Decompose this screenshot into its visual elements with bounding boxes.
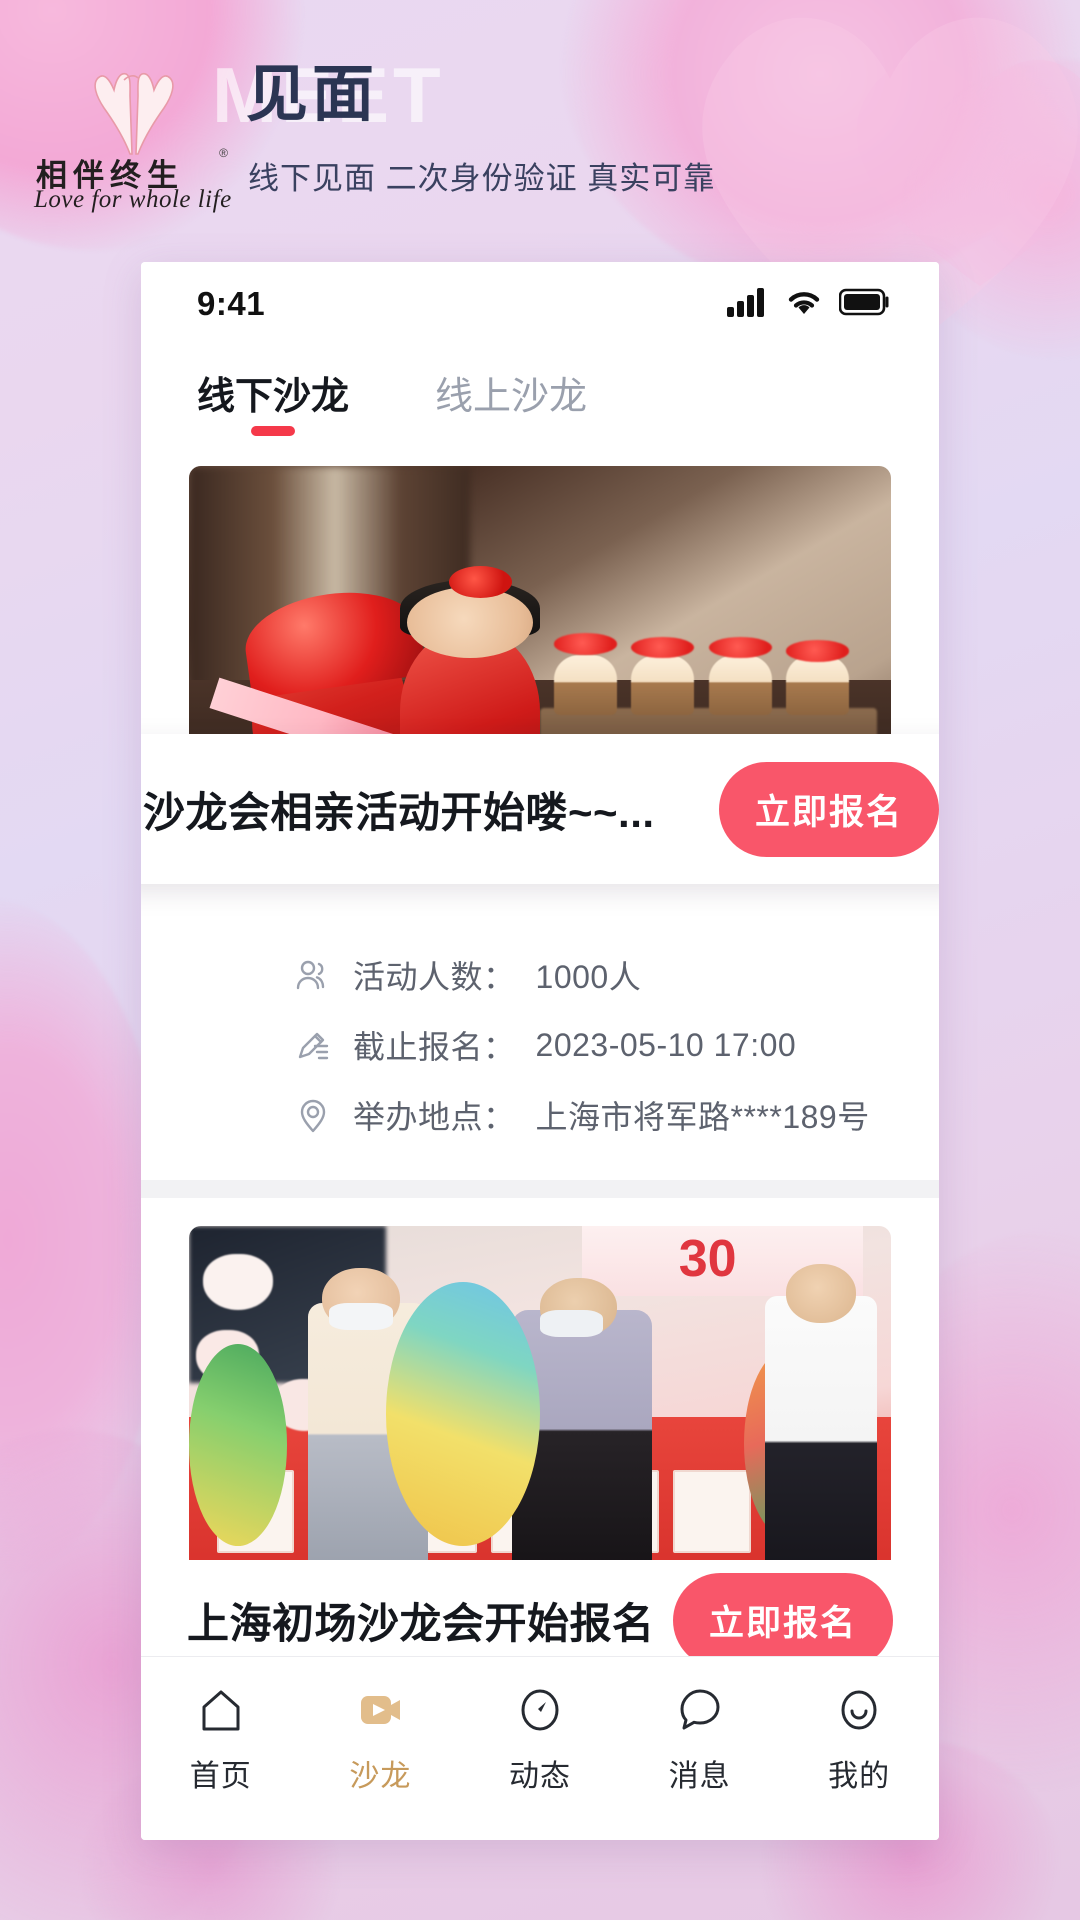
location-icon bbox=[293, 1095, 333, 1135]
page-title-block: MEET 见面 bbox=[212, 56, 441, 134]
meta-row-deadline: 截止报名： 2023-05-10 17:00 bbox=[141, 1010, 939, 1080]
salon-tabs: 线下沙龙 线上沙龙 bbox=[141, 346, 939, 438]
nav-item-home[interactable]: 首页 bbox=[141, 1683, 301, 1795]
page-subtitle: 线下见面 二次身份验证 真实可靠 bbox=[248, 161, 716, 196]
phone-mockup: 9:41 线下沙龙 线上沙龙 沙龙会相亲活动开始喽~~... 立即报名 活动人数… bbox=[141, 262, 939, 1840]
nav-label: 首页 bbox=[189, 1760, 252, 1793]
salon-title: 沙龙会相亲活动开始喽~~... bbox=[143, 788, 655, 836]
meta-row-location: 举办地点： 上海市将军路****189号 bbox=[141, 1080, 939, 1150]
praying-hands-icon bbox=[74, 62, 194, 163]
compass-icon bbox=[513, 1683, 567, 1737]
salon-photo: 30 bbox=[189, 1226, 891, 1574]
meta-value: 上海市将军路****189号 bbox=[535, 1099, 870, 1135]
tab-active-indicator bbox=[251, 426, 295, 436]
people-icon bbox=[293, 955, 333, 995]
page-title: 见面 bbox=[246, 60, 379, 129]
bottom-navigation: 首页 沙龙 动态 消息 我的 bbox=[141, 1656, 939, 1840]
list-divider bbox=[141, 1180, 939, 1198]
status-icons bbox=[727, 287, 891, 322]
brand-tagline-en: Love for whole life bbox=[34, 186, 232, 213]
meta-label: 截止报名： bbox=[353, 1029, 516, 1065]
wifi-icon bbox=[785, 287, 823, 322]
salon-title: 上海初场沙龙会开始报名 bbox=[187, 1599, 655, 1647]
nav-item-messages[interactable]: 消息 bbox=[620, 1683, 780, 1795]
meta-row-participants: 活动人数： 1000人 bbox=[141, 940, 939, 1010]
nav-label: 我的 bbox=[828, 1760, 891, 1793]
salon-card[interactable]: 30 上海初场沙龙会开始报名 立即报名 bbox=[141, 1198, 939, 1680]
page-header: 相伴终生 ® Love for whole life MEET 见面 线下见面 … bbox=[0, 0, 1080, 225]
salon-card-header: 沙龙会相亲活动开始喽~~... 立即报名 bbox=[141, 734, 939, 884]
nav-item-salon[interactable]: 沙龙 bbox=[301, 1683, 461, 1795]
meta-value: 1000人 bbox=[535, 959, 642, 995]
cellular-signal-icon bbox=[727, 287, 769, 322]
nav-label: 动态 bbox=[508, 1760, 571, 1793]
smiley-icon bbox=[832, 1683, 886, 1737]
tab-label: 线下沙龙 bbox=[197, 376, 350, 418]
tab-online-salon[interactable]: 线上沙龙 bbox=[435, 365, 587, 438]
status-time: 9:41 bbox=[197, 285, 266, 322]
brand-logo: 相伴终生 ® Love for whole life bbox=[30, 62, 231, 213]
chat-icon bbox=[673, 1683, 727, 1737]
tab-offline-salon[interactable]: 线下沙龙 bbox=[197, 365, 349, 438]
nav-item-moments[interactable]: 动态 bbox=[460, 1683, 620, 1795]
salon-list[interactable]: 沙龙会相亲活动开始喽~~... 立即报名 活动人数： 1000人 截止报名： 2… bbox=[141, 438, 939, 1840]
pen-icon bbox=[293, 1025, 333, 1065]
home-icon bbox=[194, 1683, 248, 1737]
nav-label: 消息 bbox=[668, 1760, 731, 1793]
meta-label: 活动人数： bbox=[353, 959, 516, 995]
signup-button[interactable]: 立即报名 bbox=[718, 761, 939, 857]
meta-label: 举办地点： bbox=[353, 1099, 516, 1135]
signup-button[interactable]: 立即报名 bbox=[672, 1572, 893, 1668]
meta-value: 2023-05-10 17:00 bbox=[535, 1026, 797, 1063]
nav-label: 沙龙 bbox=[349, 1760, 412, 1793]
status-bar: 9:41 bbox=[141, 262, 939, 346]
nav-item-profile[interactable]: 我的 bbox=[779, 1683, 939, 1795]
battery-full-icon bbox=[838, 288, 891, 321]
tab-label: 线上沙龙 bbox=[435, 376, 588, 418]
salon-card[interactable]: 沙龙会相亲活动开始喽~~... 立即报名 活动人数： 1000人 截止报名： 2… bbox=[141, 438, 939, 1180]
registered-mark: ® bbox=[219, 146, 228, 160]
video-icon bbox=[353, 1683, 407, 1737]
